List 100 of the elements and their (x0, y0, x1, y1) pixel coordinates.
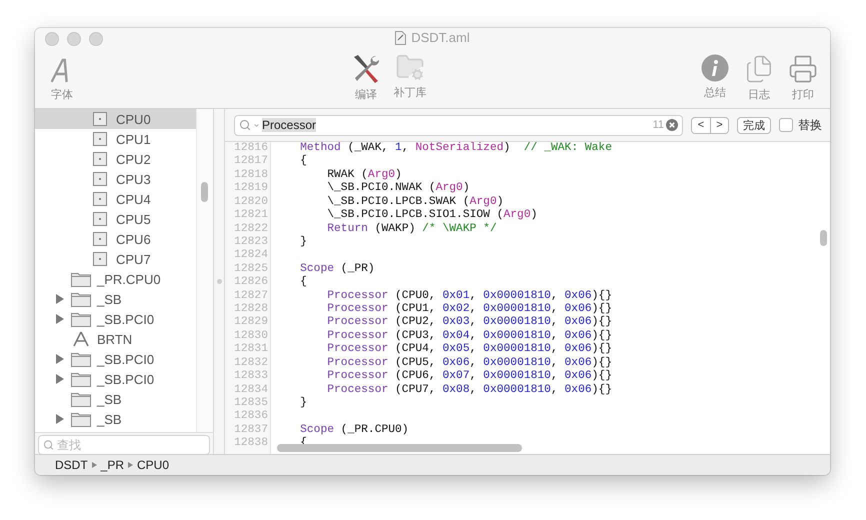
folder-icon (71, 292, 91, 306)
chip-icon (93, 172, 107, 186)
divider-handle-icon[interactable] (216, 279, 222, 284)
code-line: \_SB.PCI0.LPCB.SIO1.SIOW (Arg0) (326, 209, 538, 222)
chip-icon (93, 232, 107, 246)
code-line: { (299, 276, 308, 290)
code-line: Processor (CPU2, 0x03, 0x00001810, 0x06){} (326, 316, 613, 330)
line-number: 12837 (233, 424, 269, 438)
line-number: 12819 (233, 182, 269, 196)
code-line: Scope (_PR.CPU0) (299, 424, 410, 436)
code-line: Processor (CPU5, 0x06, 0x00001810, 0x06){} (326, 356, 613, 370)
collapsed-triangle-icon[interactable] (55, 414, 65, 424)
path-separator-icon (128, 462, 134, 468)
search-input[interactable]: 查找 (56, 438, 205, 452)
code-line: Method (_WAK, 1, NotSerialized) // _WAK: Wake (299, 142, 613, 154)
line-number: 12827 (233, 290, 269, 304)
minimize-window-button[interactable] (67, 32, 81, 46)
tree-item[interactable]: BRTN (35, 329, 196, 349)
tree-item[interactable]: _SB.PCI0 (35, 369, 196, 389)
code-line: Processor (CPU6, 0x07, 0x00001810, 0x06){} (326, 370, 613, 384)
replace-label: 替换 (798, 116, 822, 134)
folder-icon (71, 352, 91, 366)
line-number: 12831 (233, 343, 269, 357)
folder-gear-icon (395, 52, 425, 82)
code-line: Processor (CPU1, 0x02, 0x00001810, 0x06){} (326, 303, 613, 316)
tree-item[interactable]: CPU4 (35, 189, 196, 209)
tree-item[interactable]: CPU2 (35, 149, 196, 169)
search-icon (43, 439, 54, 451)
collapsed-triangle-icon[interactable] (55, 374, 65, 384)
tree-item[interactable]: _SB (35, 389, 196, 409)
search-icon (239, 119, 251, 131)
code-line: Processor (CPU7, 0x08, 0x00001810, 0x06){} (326, 384, 613, 398)
line-number: 12826 (233, 276, 269, 290)
line-number: 12829 (233, 316, 269, 330)
line-number: 12824 (233, 249, 269, 263)
chip-icon (93, 252, 107, 266)
document-icon (395, 30, 406, 44)
line-number: 12820 (233, 196, 269, 210)
chip-icon (93, 212, 107, 226)
dropdown-caret-icon[interactable] (253, 122, 260, 128)
line-number: 12834 (233, 384, 269, 398)
folder-icon (71, 272, 91, 286)
folder-icon (71, 392, 91, 406)
collapsed-triangle-icon[interactable] (55, 314, 65, 324)
tree-item[interactable]: CPU0 (35, 109, 196, 129)
close-window-button[interactable] (45, 32, 59, 46)
find-field[interactable]: Processor 11 (234, 114, 683, 136)
breadcrumb-item[interactable]: _PR (100, 458, 124, 472)
code-line: } (299, 236, 308, 250)
folder-icon (71, 372, 91, 386)
clear-icon[interactable] (666, 119, 678, 131)
compass-tool-icon (71, 331, 91, 347)
tree-item[interactable]: _PR.CPU0 (35, 269, 196, 289)
info-icon (701, 54, 729, 82)
replace-checkbox[interactable] (779, 118, 793, 132)
code-line: Scope (_PR) (299, 262, 376, 276)
documents-icon (744, 54, 774, 84)
collapsed-triangle-icon[interactable] (55, 294, 65, 304)
horizontal-scrollbar-thumb[interactable] (277, 444, 522, 452)
line-number: 12821 (233, 209, 269, 223)
tree-item[interactable]: CPU6 (35, 229, 196, 249)
line-number: 12825 (233, 262, 269, 276)
code-line: Processor (CPU0, 0x01, 0x00001810, 0x06){} (326, 290, 613, 302)
line-number: 12822 (233, 222, 269, 236)
line-number: 12832 (233, 356, 269, 370)
printer-icon (788, 54, 818, 84)
tree-item[interactable]: CPU1 (35, 129, 196, 149)
breadcrumb-item[interactable]: CPU0 (137, 458, 170, 472)
zoom-window-button[interactable] (89, 32, 103, 46)
line-number: 12828 (233, 303, 269, 316)
line-number: 12836 (233, 410, 269, 424)
tree-item[interactable]: _SB.PCI0 (35, 349, 196, 369)
find-input[interactable]: Processor (262, 118, 651, 132)
code-line: RWAK (Arg0) (326, 168, 403, 182)
chip-icon (93, 192, 107, 206)
tree-item[interactable]: _SB (35, 409, 196, 429)
next-match-button[interactable]: > (710, 118, 728, 132)
chip-icon (93, 112, 107, 126)
line-number: 12818 (233, 168, 269, 182)
path-separator-icon (92, 462, 97, 468)
tree-item[interactable]: _SB.PCI0 (35, 309, 196, 329)
breadcrumb-item[interactable]: DSDT (55, 458, 88, 472)
search-field[interactable]: 查找 (38, 435, 210, 455)
chip-icon (93, 132, 107, 146)
collapsed-triangle-icon[interactable] (55, 354, 65, 364)
code-line: Return (WAKP) /* \WAKP */ (326, 222, 498, 236)
vertical-scrollbar-thumb[interactable] (820, 230, 827, 246)
tree-item[interactable]: CPU3 (35, 169, 196, 189)
window-title: DSDT.aml (411, 30, 470, 45)
folder-icon (71, 312, 91, 326)
line-number: 12835 (233, 397, 269, 410)
line-number: 12817 (233, 155, 269, 169)
tree-item[interactable]: _SB (35, 289, 196, 309)
code-line: \_SB.PCI0.LPCB.SWAK (Arg0) (326, 196, 505, 208)
line-number: 12823 (233, 236, 269, 250)
done-button[interactable]: 完成 (737, 116, 771, 134)
tree-item[interactable]: CPU5 (35, 209, 196, 229)
tree-item[interactable]: CPU7 (35, 249, 196, 269)
scrollbar-thumb[interactable] (201, 182, 208, 202)
match-count: 11 (652, 119, 664, 131)
